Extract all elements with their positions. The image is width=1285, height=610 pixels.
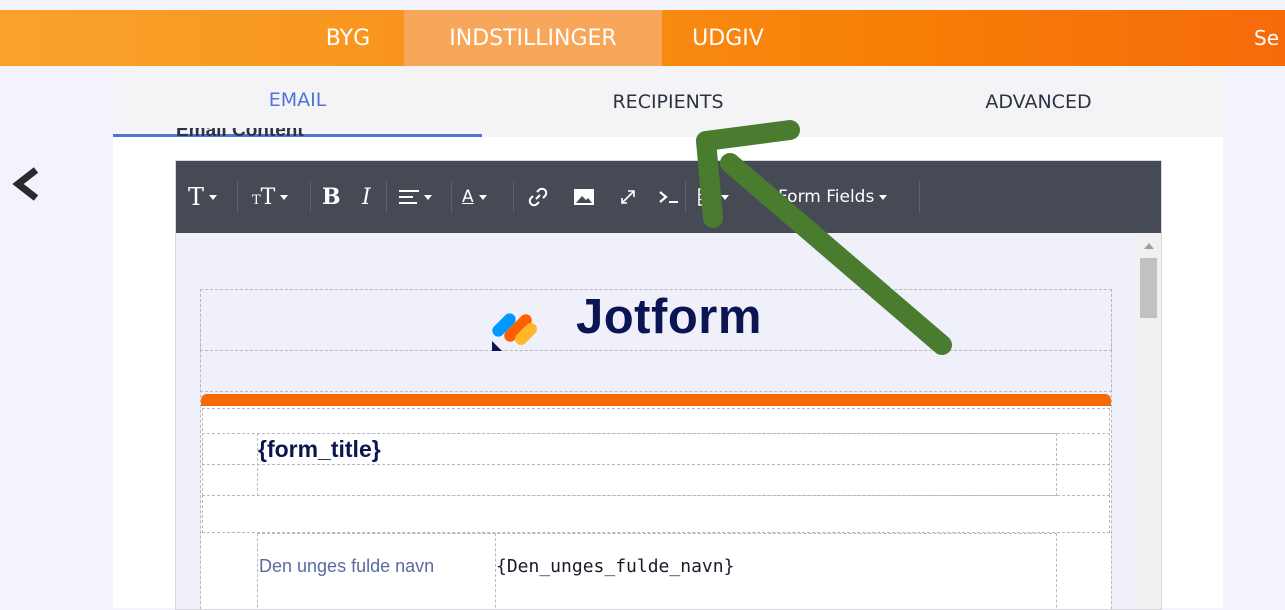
back-chevron-icon[interactable] xyxy=(8,164,44,204)
text-size-icon: TT xyxy=(252,184,276,210)
jotform-logo-text: Jotform xyxy=(576,290,762,344)
align-icon xyxy=(399,190,419,204)
italic-button[interactable]: I xyxy=(362,161,371,233)
link-button[interactable] xyxy=(528,161,548,233)
terminal-icon xyxy=(659,191,678,203)
font-color-icon: A xyxy=(462,187,474,207)
section-label: Email Content xyxy=(176,128,304,138)
text-style-button[interactable]: T xyxy=(188,161,218,233)
expand-icon xyxy=(621,190,635,204)
align-button[interactable] xyxy=(399,161,432,233)
tab-advanced[interactable]: ADVANCED xyxy=(854,66,1223,137)
link-icon xyxy=(528,187,548,207)
nav-settings[interactable]: INDSTILLINGER xyxy=(404,10,662,66)
editor-toolbar: T TT B I A Form Fields xyxy=(176,161,1161,233)
image-icon xyxy=(574,189,594,205)
form-title-placeholder: {form_title} xyxy=(258,436,381,462)
image-button[interactable] xyxy=(573,161,595,233)
table-button[interactable] xyxy=(698,161,729,233)
gap-row-outline xyxy=(202,495,1110,533)
scroll-up-arrow-icon[interactable] xyxy=(1144,243,1154,249)
email-editor: T TT B I A Form Fields Jotform {form_tit… xyxy=(175,160,1162,610)
form-fields-dropdown[interactable]: Form Fields xyxy=(778,161,888,233)
email-preview-canvas[interactable]: Jotform {form_title} Den unges fulde nav… xyxy=(176,233,1138,609)
field-value-tag: {Den_unges_fulde_navn} xyxy=(496,556,735,577)
font-color-button[interactable]: A xyxy=(462,161,487,233)
field-label: Den unges fulde navn xyxy=(259,556,435,576)
tab-bar: EMAIL RECIPIENTS ADVANCED xyxy=(113,66,1223,137)
top-nav-bar: BYG INDSTILLINGER UDGIV Se xyxy=(0,10,1285,66)
jotform-logo-icon xyxy=(492,313,537,351)
tab-email[interactable]: EMAIL xyxy=(113,66,482,137)
scroll-thumb[interactable] xyxy=(1140,258,1157,318)
form-fields-label: Form Fields xyxy=(778,187,875,207)
bold-button[interactable]: B xyxy=(322,161,341,233)
spacer-row-outline xyxy=(200,350,1112,392)
fullscreen-button[interactable] xyxy=(619,161,637,233)
nav-build[interactable]: BYG xyxy=(292,10,404,66)
nav-publish[interactable]: UDGIV xyxy=(662,10,794,66)
tab-recipients[interactable]: RECIPIENTS xyxy=(482,66,854,137)
table-icon xyxy=(698,188,716,206)
source-code-button[interactable] xyxy=(658,161,680,233)
orange-divider xyxy=(201,394,1111,406)
text-style-icon: T xyxy=(188,183,205,211)
text-size-button[interactable]: TT xyxy=(252,161,289,233)
nav-preview-link[interactable]: Se xyxy=(1254,10,1285,66)
